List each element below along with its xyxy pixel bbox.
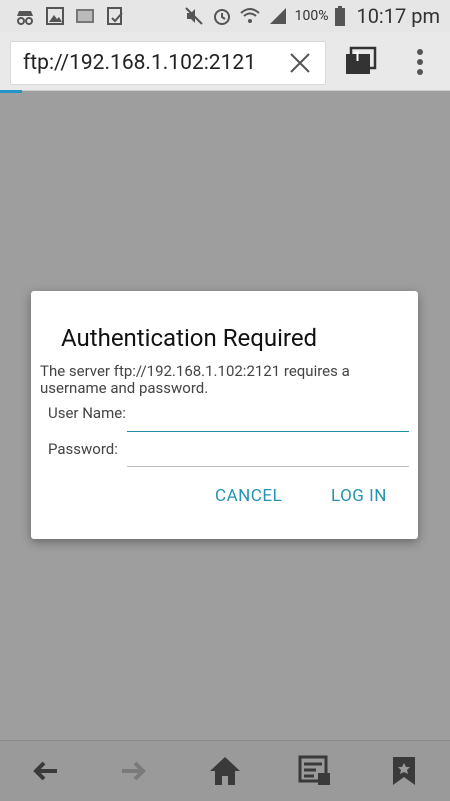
url-text[interactable]: ftp://192.168.1.102:2121 bbox=[11, 51, 283, 75]
clear-url-button[interactable] bbox=[283, 46, 317, 80]
close-icon bbox=[290, 53, 310, 73]
battery-percent: 100% bbox=[294, 8, 329, 24]
forward-button[interactable] bbox=[116, 753, 152, 789]
forward-arrow-icon bbox=[122, 761, 146, 781]
username-field[interactable] bbox=[127, 403, 409, 432]
mute-icon bbox=[184, 7, 203, 25]
dialog-title: Authentication Required bbox=[61, 324, 318, 352]
bookmarks-button[interactable] bbox=[386, 753, 422, 789]
address-bar[interactable]: ftp://192.168.1.102:2121 bbox=[10, 41, 326, 85]
password-field[interactable] bbox=[127, 438, 409, 467]
alarm-icon bbox=[213, 9, 230, 25]
back-arrow-icon bbox=[33, 761, 57, 781]
home-icon bbox=[210, 757, 240, 785]
more-vert-icon bbox=[417, 49, 423, 75]
tab-count: 1 bbox=[353, 49, 362, 65]
browser-toolbar: ftp://192.168.1.102:2121 1 bbox=[0, 32, 450, 91]
login-button[interactable]: LOG IN bbox=[331, 486, 387, 506]
bottom-nav bbox=[0, 740, 450, 801]
signal-icon bbox=[269, 8, 286, 24]
username-label: User Name: bbox=[48, 404, 126, 422]
photo-icon bbox=[76, 9, 94, 23]
reader-icon bbox=[298, 755, 330, 785]
wifi-icon bbox=[239, 8, 260, 23]
overflow-menu-button[interactable] bbox=[408, 42, 432, 82]
task-icon bbox=[107, 7, 123, 25]
status-bar: 100% 10:17 pm bbox=[0, 0, 450, 32]
reader-button[interactable] bbox=[297, 753, 333, 789]
incognito-icon bbox=[17, 11, 33, 25]
back-button[interactable] bbox=[27, 753, 63, 789]
cancel-button[interactable]: CANCEL bbox=[215, 486, 282, 506]
gallery-icon bbox=[46, 7, 64, 25]
status-right-icons: 100% 10:17 pm bbox=[183, 4, 440, 28]
home-button[interactable] bbox=[207, 753, 243, 789]
battery-icon bbox=[335, 6, 346, 26]
dialog-message: The server ftp://192.168.1.102:2121 requ… bbox=[40, 362, 350, 397]
page-load-progress bbox=[0, 90, 22, 93]
bookmark-icon bbox=[393, 757, 415, 785]
auth-dialog: Authentication Required The server ftp:/… bbox=[31, 291, 418, 539]
password-label: Password: bbox=[48, 440, 118, 458]
status-left-icons bbox=[14, 5, 126, 27]
clock: 10:17 pm bbox=[356, 4, 440, 28]
